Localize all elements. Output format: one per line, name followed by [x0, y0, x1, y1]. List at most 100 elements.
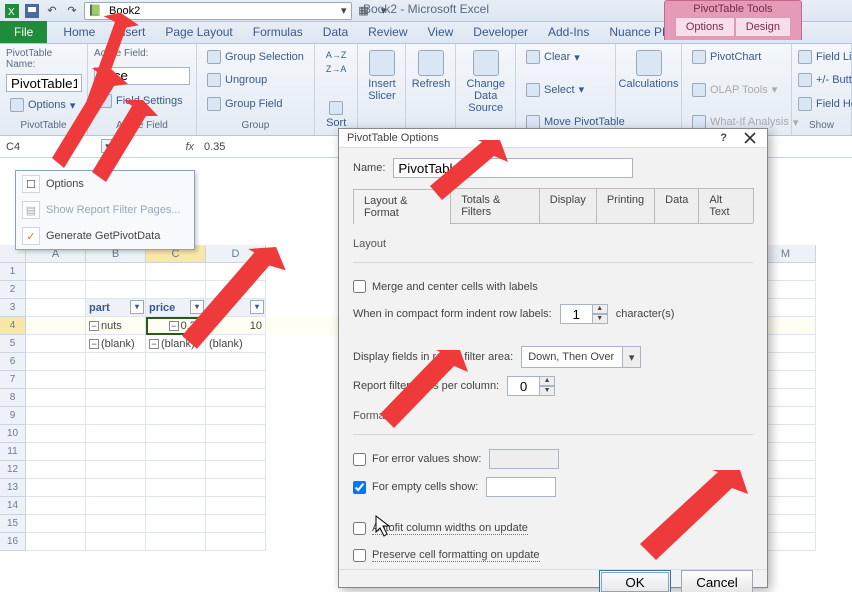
insert-slicer-button[interactable]: Insert Slicer — [364, 48, 399, 104]
dtab-printing[interactable]: Printing — [596, 188, 655, 223]
row-header[interactable]: 1 — [0, 263, 26, 281]
cancel-button[interactable]: Cancel — [681, 570, 753, 592]
tab-formulas[interactable]: Formulas — [243, 21, 313, 43]
file-tab[interactable]: File — [0, 21, 47, 43]
dropdown-icon[interactable]: ▾ — [376, 3, 392, 19]
row-header[interactable]: 4 — [0, 317, 26, 335]
dtab-alttext[interactable]: Alt Text — [698, 188, 754, 223]
sort-az-button[interactable]: A→ZZ→A — [322, 48, 351, 76]
filter-icon[interactable]: ▾ — [190, 300, 204, 314]
row-header[interactable]: 13 — [0, 479, 26, 497]
spin-up-icon[interactable]: ▲ — [592, 304, 608, 314]
row-header[interactable]: 16 — [0, 533, 26, 551]
calculations-button[interactable]: Calculations — [622, 48, 675, 92]
field-list-button[interactable]: Field List — [794, 48, 849, 66]
workbook-switcher[interactable]: 📗 ▾ — [84, 2, 352, 20]
cell[interactable]: −nuts — [86, 317, 146, 335]
sort-button[interactable]: Sort — [322, 99, 350, 131]
redo-icon[interactable]: ↷ — [64, 3, 80, 19]
ok-button[interactable]: OK — [599, 570, 671, 592]
row-header[interactable]: 6 — [0, 353, 26, 371]
collapse-icon[interactable]: − — [89, 339, 99, 349]
spin-down-icon[interactable]: ▼ — [539, 386, 555, 396]
tab-review[interactable]: Review — [358, 21, 417, 43]
group-selection-button[interactable]: Group Selection — [203, 48, 308, 66]
collapse-icon[interactable]: − — [149, 339, 159, 349]
tab-developer[interactable]: Developer — [463, 21, 538, 43]
chevron-down-icon[interactable]: ▾ — [341, 4, 347, 17]
tab-page-layout[interactable]: Page Layout — [155, 21, 242, 43]
merge-center-checkbox[interactable]: Merge and center cells with labels — [353, 280, 753, 293]
select-button[interactable]: Select▾ — [522, 81, 609, 99]
row-header[interactable]: 15 — [0, 515, 26, 533]
save-icon[interactable] — [24, 3, 40, 19]
tab-options[interactable]: Options — [675, 17, 735, 37]
dtab-data[interactable]: Data — [654, 188, 699, 223]
refresh-button[interactable]: Refresh — [412, 48, 449, 92]
row-header[interactable]: 8 — [0, 389, 26, 407]
collapse-icon[interactable]: − — [89, 321, 99, 331]
cell[interactable]: −(blank) — [86, 335, 146, 353]
collapse-icon[interactable]: − — [169, 321, 179, 331]
help-icon[interactable]: ? — [720, 132, 727, 144]
row-header[interactable]: 12 — [0, 461, 26, 479]
filter-icon[interactable]: ▾ — [130, 300, 144, 314]
indent-spinner[interactable]: ▲▼ — [560, 304, 608, 324]
col-header[interactable]: D — [206, 245, 266, 263]
empty-cells-checkbox[interactable]: For empty cells show: — [353, 481, 478, 494]
pivottable-name-input[interactable] — [6, 74, 82, 92]
field-settings-button[interactable]: Field Settings — [94, 92, 190, 110]
report-per-col-spinner[interactable]: ▲▼ — [507, 376, 555, 396]
row-header[interactable]: 3 — [0, 299, 26, 317]
dtab-display[interactable]: Display — [539, 188, 597, 223]
row-header[interactable]: 10 — [0, 425, 26, 443]
cell[interactable]: 10 — [206, 317, 266, 335]
empty-cells-input[interactable] — [486, 477, 556, 497]
spin-down-icon[interactable]: ▼ — [592, 314, 608, 324]
field-headers-button[interactable]: Field Headers — [794, 95, 849, 113]
grid-icon[interactable]: ▦ — [356, 3, 372, 19]
chevron-down-icon[interactable]: ▾ — [101, 139, 115, 153]
tab-insert[interactable]: Insert — [105, 21, 155, 43]
dtab-layout-format[interactable]: Layout & Format — [353, 189, 451, 224]
row-header[interactable]: 14 — [0, 497, 26, 515]
fx-icon[interactable]: fx — [185, 141, 194, 153]
chevron-down-icon[interactable]: ▾ — [622, 347, 640, 367]
row-header[interactable]: 2 — [0, 281, 26, 299]
undo-icon[interactable]: ↶ — [44, 3, 60, 19]
ungroup-button[interactable]: Ungroup — [203, 71, 308, 89]
error-values-checkbox[interactable]: For error values show: — [353, 453, 481, 466]
pivot-header-qty[interactable]: qty▾ — [206, 299, 266, 317]
workbook-name-input[interactable] — [107, 4, 337, 18]
row-header[interactable]: 5 — [0, 335, 26, 353]
autofit-checkbox[interactable]: Autofit column widths on update — [353, 522, 753, 535]
active-cell[interactable]: −0.35 — [146, 317, 206, 335]
cell[interactable]: −(blank) — [146, 335, 206, 353]
row-header[interactable]: 7 — [0, 371, 26, 389]
name-box[interactable]: C4▾ — [0, 136, 118, 157]
row-header[interactable]: 11 — [0, 443, 26, 461]
clear-button[interactable]: Clear▾ — [522, 48, 609, 66]
dropdown-getpivotdata[interactable]: ✓Generate GetPivotData — [16, 223, 194, 249]
change-data-source-button[interactable]: Change Data Source — [462, 48, 509, 116]
tab-home[interactable]: Home — [53, 21, 105, 43]
group-field-button[interactable]: Group Field — [203, 95, 308, 113]
pivot-header-part[interactable]: part▾ — [86, 299, 146, 317]
pivot-name-input[interactable] — [393, 158, 633, 178]
spin-up-icon[interactable]: ▲ — [539, 376, 555, 386]
cell[interactable]: (blank) — [206, 335, 266, 353]
tab-view[interactable]: View — [418, 21, 464, 43]
pivotchart-button[interactable]: PivotChart — [688, 48, 785, 66]
row-header[interactable]: 9 — [0, 407, 26, 425]
dtab-totals[interactable]: Totals & Filters — [450, 188, 540, 223]
plus-minus-button[interactable]: +/- Buttons — [794, 71, 849, 89]
tab-data[interactable]: Data — [313, 21, 358, 43]
dropdown-options[interactable]: ☐Options — [16, 171, 194, 197]
tab-addins[interactable]: Add-Ins — [538, 21, 599, 43]
filter-icon[interactable]: ▾ — [250, 300, 264, 314]
tab-design[interactable]: Design — [735, 17, 791, 37]
preserve-format-checkbox[interactable]: Preserve cell formatting on update — [353, 549, 753, 562]
close-icon[interactable] — [741, 129, 759, 147]
options-button[interactable]: Options▾ — [6, 96, 81, 114]
display-fields-select[interactable]: Down, Then Over▾ — [521, 346, 641, 368]
